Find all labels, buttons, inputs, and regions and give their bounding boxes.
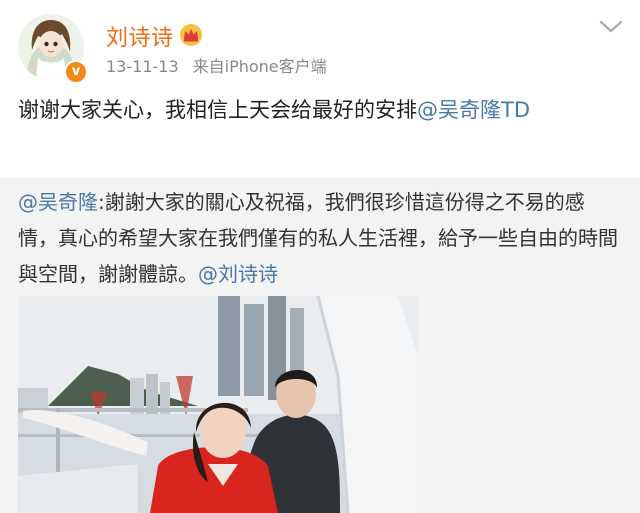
post-text-main: 谢谢大家关心，我相信上天会给最好的安排 xyxy=(18,98,417,122)
post-mention-link[interactable]: @吴奇隆TD xyxy=(417,98,530,122)
username[interactable]: 刘诗诗 xyxy=(106,20,174,52)
post-header: v 刘诗诗 13-11-13 来自iPhone客户端 xyxy=(0,0,640,90)
repost-card[interactable]: @吴奇隆:謝謝大家的關心及祝福，我們很珍惜這份得之不易的感情，真心的希望大家在我… xyxy=(0,178,640,513)
post-date: 13-11-13 xyxy=(106,57,179,76)
crown-icon xyxy=(180,24,202,46)
repost-photo[interactable] xyxy=(18,296,418,513)
post-source[interactable]: 来自iPhone客户端 xyxy=(193,57,327,76)
chevron-down-icon[interactable] xyxy=(598,18,624,36)
verified-badge-icon: v xyxy=(64,60,88,84)
repost-text: @吴奇隆:謝謝大家的關心及祝福，我們很珍惜這份得之不易的感情，真心的希望大家在我… xyxy=(18,184,622,292)
repost-body: :謝謝大家的關心及祝福，我們很珍惜這份得之不易的感情，真心的希望大家在我們僅有的… xyxy=(18,190,618,286)
repost-trailing-mention[interactable]: @刘诗诗 xyxy=(198,262,278,286)
post-text: 谢谢大家关心，我相信上天会给最好的安排@吴奇隆TD xyxy=(18,92,622,128)
repost-author-link[interactable]: @吴奇隆 xyxy=(18,190,98,214)
post-meta: 13-11-13 来自iPhone客户端 xyxy=(106,53,327,77)
